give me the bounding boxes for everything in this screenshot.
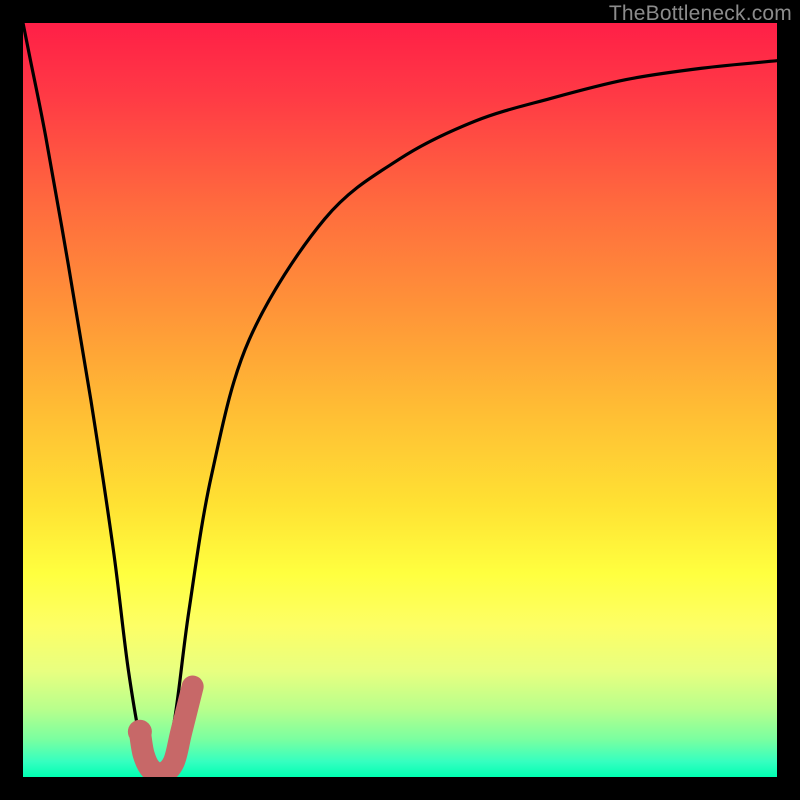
plot-area	[23, 23, 777, 777]
watermark-text: TheBottleneck.com	[609, 2, 792, 26]
chart-frame: TheBottleneck.com	[0, 0, 800, 800]
curve-layer	[23, 23, 777, 777]
j-marker-dot	[128, 720, 152, 744]
bottleneck-curve	[23, 23, 777, 777]
